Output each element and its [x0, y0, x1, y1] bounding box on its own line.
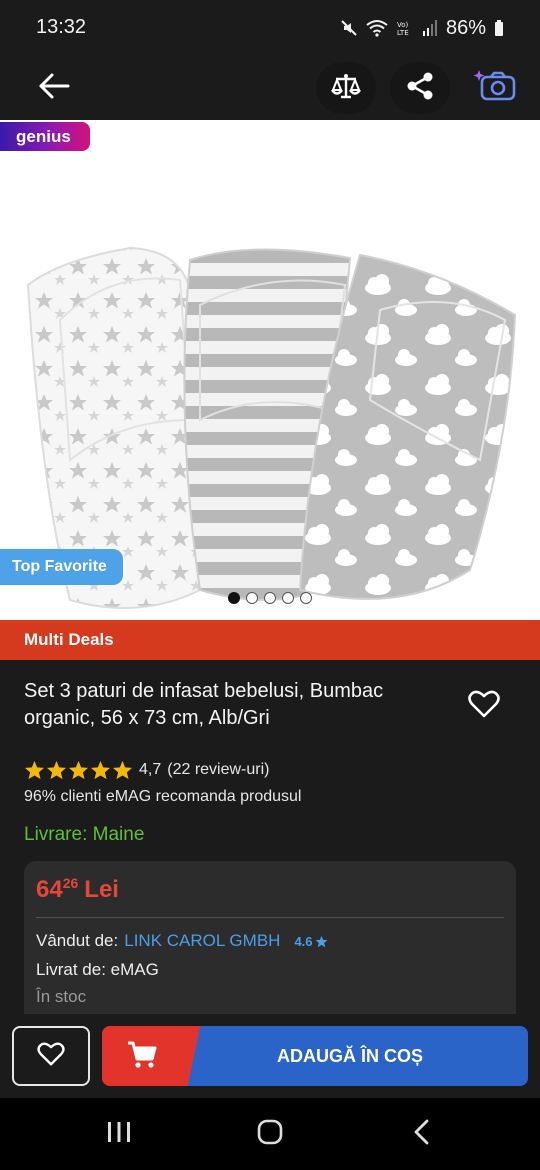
wifi-icon	[366, 19, 388, 37]
price-integer: 64	[36, 876, 63, 903]
sold-by-label: Vândut de:	[36, 931, 119, 950]
cart-icon	[126, 1039, 158, 1076]
seller-rating-value: 4.6	[294, 933, 313, 949]
shipped-by: Livrat de: eMAG	[36, 960, 159, 979]
carousel-dot[interactable]	[264, 592, 276, 604]
offer-card: 6426 Lei Vândut de: LINK CAROL GMBH 4.6 L…	[24, 861, 516, 1015]
back-arrow-icon	[38, 72, 70, 105]
compare-button[interactable]	[316, 62, 376, 114]
status-time: 13:32	[36, 16, 87, 38]
share-icon	[405, 71, 435, 106]
back-nav-button[interactable]	[402, 1119, 442, 1150]
home-button[interactable]	[250, 1119, 290, 1150]
genius-badge: genius	[0, 122, 90, 151]
share-button[interactable]	[390, 62, 450, 114]
heart-icon	[468, 690, 500, 723]
visual-search-button[interactable]	[466, 62, 526, 114]
add-to-wishlist-button[interactable]	[12, 1026, 90, 1086]
star-icon	[24, 760, 45, 780]
recent-apps-icon	[106, 1120, 132, 1149]
bottom-action-bar: ADAUGĂ ÎN COȘ	[0, 1014, 540, 1098]
product-title: Set 3 paturi de infasat bebelusi, Bumbac…	[24, 680, 384, 729]
multi-deals-banner[interactable]: Multi Deals	[0, 620, 540, 660]
add-to-cart-label: ADAUGĂ ÎN COȘ	[276, 1045, 423, 1066]
rating-stars	[24, 760, 133, 780]
star-icon	[68, 760, 89, 780]
signal-icon	[422, 19, 438, 37]
star-icon	[315, 935, 327, 947]
product-image-carousel[interactable]: genius Top Favorite	[0, 120, 540, 620]
carousel-dot[interactable]	[228, 592, 240, 604]
back-nav-icon	[412, 1119, 432, 1150]
volte-icon: Vo) LTE	[396, 19, 414, 37]
app-bar	[0, 56, 540, 120]
favorite-button[interactable]	[462, 684, 506, 728]
review-count[interactable]: (22 review-uri)	[167, 761, 269, 779]
add-to-cart-button[interactable]: ADAUGĂ ÎN COȘ	[102, 1026, 528, 1086]
carousel-dot[interactable]	[282, 592, 294, 604]
rating-value: 4,7	[139, 761, 162, 778]
mute-icon	[340, 19, 358, 37]
recent-apps-button[interactable]	[99, 1120, 139, 1148]
compare-scale-icon	[330, 72, 362, 105]
price-decimal: 26	[62, 875, 79, 891]
battery-icon	[494, 19, 504, 37]
divider	[36, 917, 504, 918]
multi-deals-label: Multi Deals	[24, 630, 114, 649]
star-icon	[90, 760, 111, 780]
rating-row[interactable]: 4,7 (22 review-uri)	[24, 760, 270, 780]
camera-search-icon	[472, 68, 520, 109]
star-icon	[112, 760, 133, 780]
price: 6426 Lei	[36, 875, 119, 904]
carousel-dot[interactable]	[246, 592, 258, 604]
seller-rating: 4.6	[294, 934, 327, 949]
back-button[interactable]	[24, 62, 84, 114]
battery-percent: 86%	[445, 16, 486, 39]
price-currency: Lei	[84, 876, 119, 903]
status-icons: Vo) LTE 86%	[340, 16, 504, 40]
carousel-indicator	[228, 592, 312, 604]
seller-row: Vândut de: LINK CAROL GMBH 4.6	[36, 931, 328, 951]
home-icon	[257, 1119, 283, 1150]
svg-text:Vo): Vo)	[397, 21, 409, 29]
seller-link[interactable]: LINK CAROL GMBH	[124, 931, 280, 951]
product-photo	[26, 246, 517, 609]
top-favorite-badge: Top Favorite	[0, 549, 123, 585]
heart-icon	[37, 1042, 65, 1071]
recommendation-text: 96% clienti eMAG recomanda produsul	[24, 788, 302, 805]
status-bar: 13:32 Vo) LTE 86%	[0, 0, 540, 56]
carousel-dot[interactable]	[300, 592, 312, 604]
star-icon	[46, 760, 67, 780]
system-nav-bar	[0, 1098, 540, 1170]
delivery-info: Livrare: Maine	[24, 824, 145, 845]
stock-status: În stoc	[36, 987, 87, 1006]
svg-text:LTE: LTE	[397, 29, 409, 37]
